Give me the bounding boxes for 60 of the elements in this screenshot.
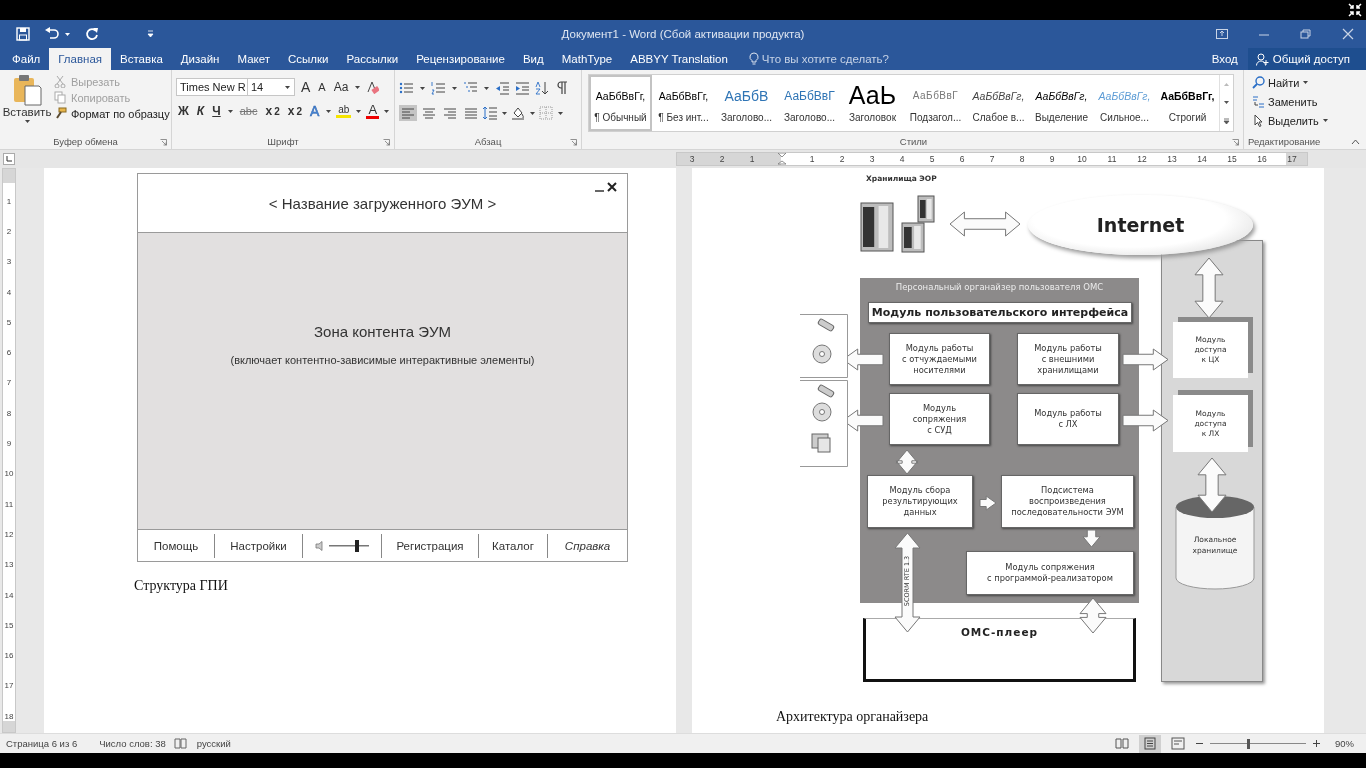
group-title: Стили: [899, 136, 928, 147]
ruler-number: 11: [4, 499, 14, 509]
ruler-number: 16: [4, 651, 14, 661]
ruler-number: 16: [1257, 154, 1267, 164]
diagram-node: Модуль сбора результирующих данных: [867, 475, 973, 528]
ruler-number: 3: [869, 154, 875, 164]
ruler-number: 1: [749, 154, 755, 164]
ruler-number: 11: [1107, 154, 1117, 164]
ruler-number: 14: [1197, 154, 1207, 164]
ruler-number: 9: [1049, 154, 1055, 164]
figure-caption: Архитектура органайзера: [776, 709, 930, 725]
ruler-number: 10: [4, 469, 14, 479]
ruler-number: 3: [6, 257, 12, 267]
diagram-node: Модуль сопряжения с программой-реализатором: [966, 551, 1134, 595]
window-title: Документ1 - Word (Сбой активации продукта): [561, 28, 805, 40]
ruler-number: 7: [6, 378, 12, 388]
ruler-number: 4: [899, 154, 905, 164]
ruler-number: 8: [1019, 154, 1025, 164]
diagram-node: Модуль пользовательского интерфейса: [868, 302, 1132, 323]
ruler-number: 17: [4, 681, 14, 691]
ruler-number: 6: [959, 154, 965, 164]
ruler-number: 5: [6, 317, 12, 327]
ruler-number: 10: [1077, 154, 1087, 164]
player-node: ОМС-плеер: [863, 618, 1136, 682]
ruler-number: 2: [719, 154, 725, 164]
ruler-number: 1: [6, 196, 12, 206]
ruler-number: 3: [689, 154, 695, 164]
ruler-number: 7: [989, 154, 995, 164]
ruler-number: 17: [1287, 154, 1297, 164]
ruler-number: 15: [1227, 154, 1237, 164]
ruler-number: 12: [4, 529, 14, 539]
ruler-number: 12: [1137, 154, 1147, 164]
figure-caption: Структура ГПИ: [134, 578, 229, 594]
ruler-number: 9: [6, 439, 12, 448]
ruler-number: 4: [6, 287, 12, 297]
ruler-number: 6: [6, 348, 12, 358]
panel-title: Персональный органайзер пользователя ОМС: [894, 282, 1105, 292]
ruler-number: 8: [6, 408, 12, 418]
mockup-title: < Название загруженного ЭУМ >: [268, 194, 497, 212]
ruler-number: 15: [4, 620, 14, 630]
group-title: Буфер обмена: [53, 136, 118, 147]
diagram-node: Модуль работы с отчуждаемыми носителями: [889, 333, 990, 385]
ruler-number: 13: [4, 560, 14, 570]
content-title: Зона контента ЭУМ: [314, 323, 451, 340]
ruler-number: 14: [4, 590, 14, 600]
content-note: (включает контентно-зависимые интерактивные элементы): [230, 354, 535, 366]
ruler-number: 18: [4, 711, 14, 721]
diagram-node: Модуль сопряжения с СУД: [889, 393, 990, 445]
diagram-node: Подсистема воспроизведения последовательности ЭУМ: [1001, 475, 1134, 528]
internet-node: Internet: [1028, 195, 1253, 255]
diagram-node: Модуль работы с внешними хранилищами: [1017, 333, 1119, 385]
ruler-number: 1: [809, 154, 815, 164]
group-title: Шрифт: [267, 136, 299, 147]
diagram-node: Модуль работы с ЛХ: [1017, 393, 1119, 445]
ruler-number: 2: [839, 154, 845, 164]
ruler-number: 13: [1167, 154, 1177, 164]
ruler-number: 2: [6, 226, 12, 236]
group-title: Редактирование: [1248, 136, 1321, 147]
group-title: Абзац: [474, 136, 502, 147]
ruler-number: 5: [929, 154, 935, 164]
